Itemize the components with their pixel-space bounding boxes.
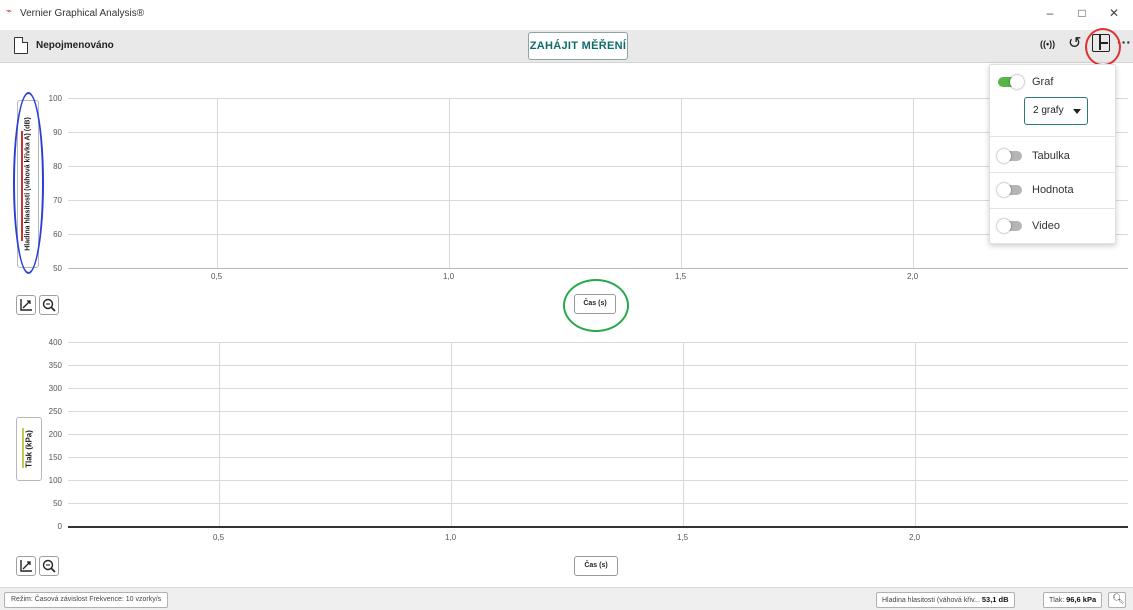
zoom-button[interactable] <box>39 295 59 315</box>
menu-item-value[interactable]: Hodnota <box>990 173 1115 209</box>
maximize-button[interactable]: □ <box>1072 6 1092 20</box>
title-bar: ⌁ Vernier Graphical Analysis® – □ ✕ <box>0 0 1133 30</box>
red-annotation-circle <box>1085 28 1121 66</box>
menu-item-label: Hodnota <box>1032 184 1074 196</box>
autoscale-icon <box>20 299 32 311</box>
x-tick-label: 1,5 <box>677 533 689 542</box>
autoscale-button[interactable] <box>16 556 36 576</box>
sound-meter-value: 53,1 dB <box>981 595 1009 604</box>
y-tick-label: 350 <box>48 361 62 370</box>
x-axis-label-button[interactable]: Čas (s) <box>574 556 618 576</box>
x-tick-label: 1,5 <box>675 272 687 281</box>
menu-item-table[interactable]: Tabulka <box>990 139 1115 175</box>
minimize-button[interactable]: – <box>1040 6 1060 20</box>
file-icon[interactable] <box>14 37 28 54</box>
toolbar: Nepojmenováno ZAHÁJIT MĚŘENÍ ((•)) ↺ ··· <box>0 30 1133 63</box>
autoscale-icon <box>20 560 32 572</box>
chevron-down-icon <box>1073 109 1081 114</box>
y-tick-label: 400 <box>48 338 62 347</box>
graph-1-plot-area[interactable] <box>68 98 1128 269</box>
x-tick-label: 0,5 <box>211 272 223 281</box>
app-title: Vernier Graphical Analysis® <box>20 8 145 19</box>
pressure-meter-label: Tlak: <box>1049 597 1065 604</box>
y-tick-label: 50 <box>53 499 62 508</box>
x-tick-label: 1,0 <box>445 533 457 542</box>
undo-icon[interactable]: ↺ <box>1068 33 1081 53</box>
graph-2: 400 350 300 250 200 150 100 50 0 0,5 1,0… <box>0 330 1133 587</box>
green-annotation-ellipse <box>563 279 629 332</box>
view-menu: Graf Tabulka Hodnota Video <box>989 64 1116 244</box>
menu-item-label: Video <box>1032 220 1060 232</box>
menu-item-label: Graf <box>1032 76 1054 88</box>
menu-item-video[interactable]: Video <box>990 209 1115 245</box>
graph-count-select[interactable]: 2 grafy <box>1024 97 1088 125</box>
x-tick-label: 0,5 <box>213 533 225 542</box>
pressure-meter-chip[interactable]: Tlak: 96,6 kPa <box>1043 592 1103 608</box>
graph-toggle[interactable] <box>998 75 1024 89</box>
x-tick-label: 2,0 <box>907 272 919 281</box>
sensor-icon[interactable]: ((•)) <box>1040 39 1055 49</box>
graph-2-plot-area[interactable] <box>68 342 1128 528</box>
sound-meter-label: Hladina hlasitosti (váhová křiv... <box>882 597 980 604</box>
status-bar: Režim: Časová závislost Frekvence: 10 vz… <box>0 587 1133 610</box>
close-button[interactable]: ✕ <box>1104 6 1124 20</box>
graph-count-value: 2 grafy <box>1033 105 1064 116</box>
graph-1: 100 90 80 70 60 50 0,5 1,0 1,5 2,0 Hladi… <box>0 62 1133 328</box>
video-toggle[interactable] <box>997 219 1022 233</box>
x-tick-label: 1,0 <box>443 272 455 281</box>
app-logo-icon: ⌁ <box>6 6 13 17</box>
sensor-setup-icon[interactable]: 🔍︎ <box>1108 592 1126 608</box>
menu-item-label: Tabulka <box>1032 150 1070 162</box>
y-tick-label: 300 <box>48 384 62 393</box>
sound-meter-chip[interactable]: Hladina hlasitosti (váhová křiv... 53,1 … <box>876 592 1015 608</box>
x-tick-label: 2,0 <box>909 533 921 542</box>
zoom-icon <box>42 298 56 312</box>
pressure-meter-value: 96,6 kPa <box>1066 595 1097 604</box>
autoscale-button[interactable] <box>16 295 36 315</box>
mode-settings-button[interactable]: Režim: Časová závislost Frekvence: 10 vz… <box>4 592 169 608</box>
y-tick-label: 0 <box>57 522 62 531</box>
table-toggle[interactable] <box>997 149 1022 163</box>
zoom-button[interactable] <box>39 556 59 576</box>
menu-item-graph[interactable]: Graf <box>990 65 1115 101</box>
y-axis-label-button[interactable]: Tlak (kPa) <box>16 417 42 481</box>
zoom-icon <box>42 559 56 573</box>
start-collection-button[interactable]: ZAHÁJIT MĚŘENÍ <box>528 32 628 60</box>
document-name[interactable]: Nepojmenováno <box>36 40 114 51</box>
blue-annotation-ellipse <box>13 92 44 274</box>
y-tick-label: 250 <box>48 407 62 416</box>
y-axis-label: Tlak (kPa) <box>24 430 34 468</box>
value-toggle[interactable] <box>997 183 1022 197</box>
